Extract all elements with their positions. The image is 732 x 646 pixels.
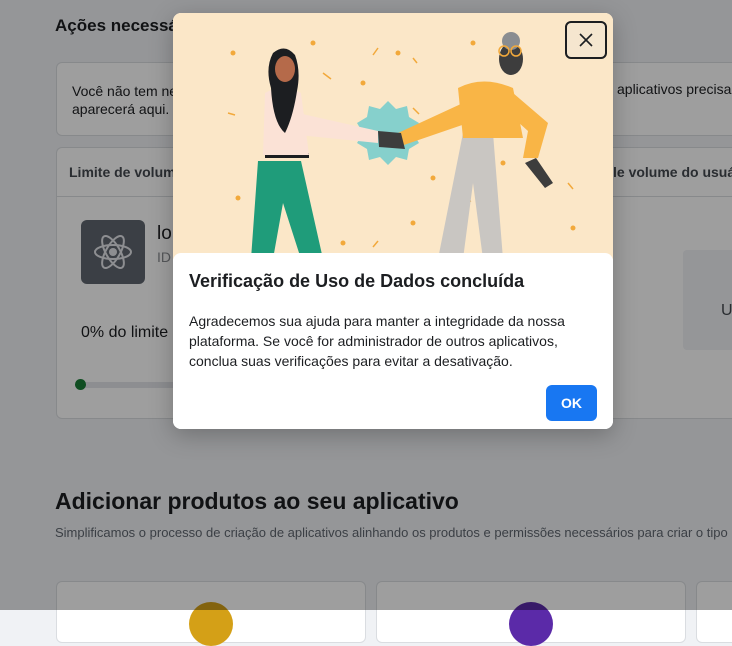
data-use-verification-dialog: Verificação de Uso de Dados concluída Ag…	[173, 13, 613, 429]
handshake-illustration	[173, 13, 613, 259]
close-button[interactable]	[565, 21, 607, 59]
dialog-title: Verificação de Uso de Dados concluída	[189, 271, 525, 291]
dialog-message: Agradecemos sua ajuda para manter a inte…	[189, 313, 565, 369]
ok-button[interactable]: OK	[546, 385, 597, 421]
app-dashboard-page: Ações necessá Você não tem ne aparecerá …	[0, 0, 732, 646]
handshake-illustration-svg	[173, 13, 613, 259]
dialog-body: Verificação de Uso de Dados concluída Ag…	[173, 253, 613, 429]
close-icon	[579, 33, 593, 47]
